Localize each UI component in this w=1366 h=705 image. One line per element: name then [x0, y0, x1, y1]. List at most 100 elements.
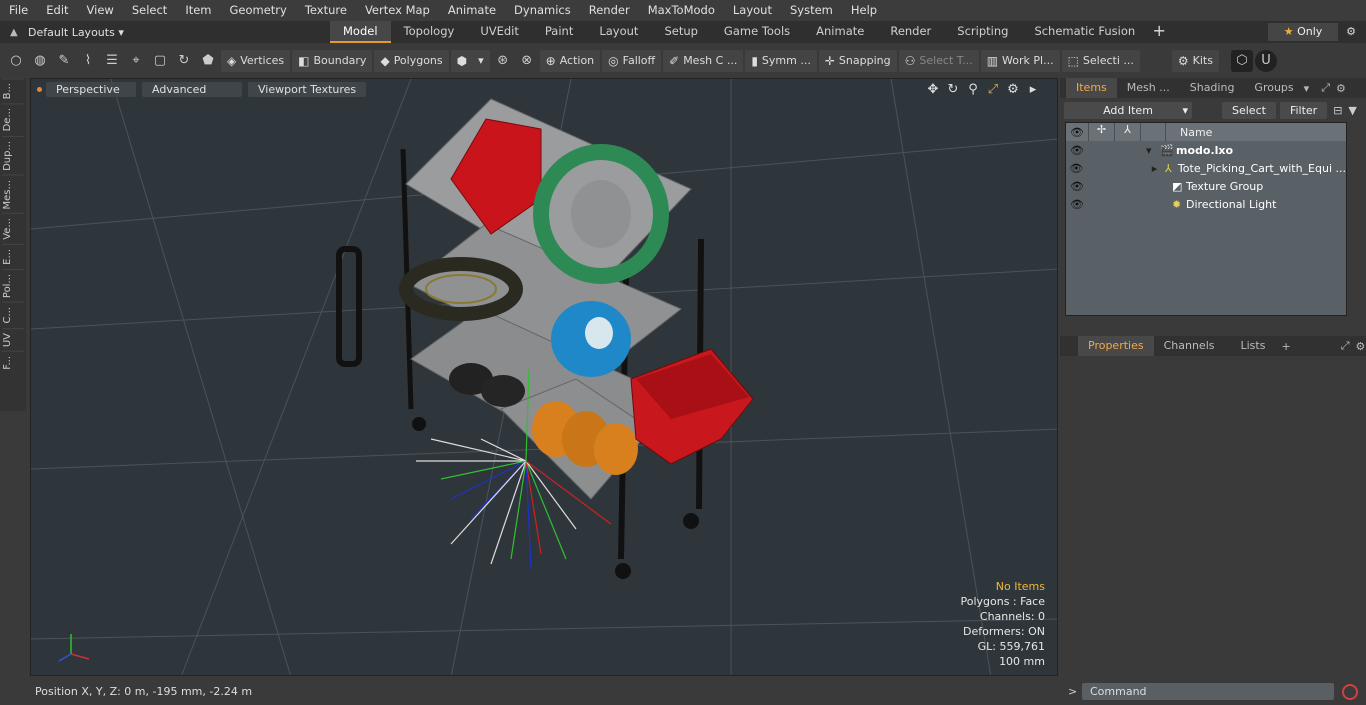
- action-center-button[interactable]: ⊕ Action: [539, 49, 601, 72]
- menu-maxtomodo[interactable]: MaxToModo: [639, 0, 724, 21]
- record-icon[interactable]: [1342, 683, 1358, 700]
- tab-game-tools[interactable]: Game Tools: [711, 21, 803, 43]
- rotate-icon[interactable]: ↻: [173, 50, 195, 72]
- material-mode-button[interactable]: ⬢ ▾: [450, 49, 490, 72]
- filter-button[interactable]: Filter: [1279, 101, 1328, 119]
- play-icon[interactable]: ▸: [1023, 82, 1043, 97]
- menu-layout[interactable]: Layout: [724, 0, 781, 21]
- add-tab-icon[interactable]: +: [1281, 340, 1290, 353]
- tab-lists[interactable]: Lists: [1225, 336, 1282, 356]
- left-tab-curve[interactable]: C...: [2, 301, 24, 328]
- pen-icon[interactable]: ✎: [53, 50, 75, 72]
- add-tab-icon[interactable]: +: [1148, 21, 1170, 43]
- box-icon[interactable]: ▢: [149, 50, 171, 72]
- tab-render[interactable]: Render: [877, 21, 944, 43]
- tab-model[interactable]: Model: [330, 21, 391, 43]
- menu-help[interactable]: Help: [842, 0, 886, 21]
- rotate-view-icon[interactable]: ↻: [943, 82, 963, 97]
- tab-animate[interactable]: Animate: [803, 21, 877, 43]
- menu-vertex-map[interactable]: Vertex Map: [356, 0, 439, 21]
- globe-icon[interactable]: ◍: [29, 50, 51, 72]
- menu-file[interactable]: File: [0, 0, 37, 21]
- symmetry-y-icon[interactable]: ⊗: [516, 50, 538, 72]
- polygons-button[interactable]: ◆ Polygons: [374, 49, 449, 72]
- tab-setup[interactable]: Setup: [651, 21, 710, 43]
- tab-scripting[interactable]: Scripting: [944, 21, 1021, 43]
- symmetry-button[interactable]: ▮ Symm ...: [745, 49, 817, 72]
- chevron-down-icon[interactable]: ▾: [1304, 82, 1310, 95]
- expand-icon[interactable]: ⤢: [1321, 81, 1330, 95]
- collapse-icon[interactable]: ⊟: [1333, 104, 1342, 117]
- funnel-icon[interactable]: ▼: [1348, 104, 1356, 117]
- shield-icon[interactable]: ⬟: [197, 50, 219, 72]
- menu-item[interactable]: Item: [176, 0, 220, 21]
- add-item-button[interactable]: Add Item ▾: [1064, 101, 1192, 119]
- eye-icon[interactable]: 👁: [1066, 180, 1088, 193]
- tab-mesh[interactable]: Mesh ...: [1117, 78, 1180, 98]
- left-tab-polygon[interactable]: Pol...: [2, 268, 24, 302]
- perspective-button[interactable]: Perspective: [46, 81, 136, 97]
- align-icon[interactable]: ☰: [101, 50, 123, 72]
- left-tab-duplicate[interactable]: Dup...: [2, 135, 24, 175]
- left-tab-mesh-edit[interactable]: Mes...: [2, 174, 24, 214]
- selection-sets-button[interactable]: ⬚ Selecti ...: [1061, 49, 1140, 72]
- vertices-button[interactable]: ◈ Vertices: [221, 49, 291, 72]
- left-tab-fusion[interactable]: F...: [2, 350, 24, 374]
- circle-select-icon[interactable]: ○: [5, 50, 27, 72]
- mesh-constraints-button[interactable]: ✐ Mesh C ...: [663, 49, 744, 72]
- left-tab-basic[interactable]: B...: [2, 78, 24, 104]
- list-item-tote-cart[interactable]: 👁 ▸ ⅄ Tote_Picking_Cart_with_Equi ...: [1066, 159, 1346, 177]
- gear-icon[interactable]: ⚙: [1342, 23, 1360, 41]
- expand-icon[interactable]: ⤢: [1341, 339, 1350, 353]
- work-plane-button[interactable]: ▥ Work Pl...: [980, 49, 1060, 72]
- left-tab-deform[interactable]: De...: [2, 103, 24, 136]
- menu-select[interactable]: Select: [123, 0, 176, 21]
- eye-icon[interactable]: 👁: [1066, 162, 1087, 175]
- eye-icon[interactable]: 👁: [1066, 198, 1088, 211]
- center-icon[interactable]: ⌖: [125, 50, 147, 72]
- tab-groups[interactable]: Groups: [1244, 78, 1303, 98]
- tab-layout[interactable]: Layout: [586, 21, 651, 43]
- tab-properties[interactable]: Properties: [1078, 336, 1154, 356]
- tab-paint[interactable]: Paint: [532, 21, 586, 43]
- gear-icon[interactable]: ⚙: [1336, 82, 1346, 95]
- tab-shading[interactable]: Shading: [1180, 78, 1245, 98]
- select-button[interactable]: Select: [1222, 101, 1276, 119]
- expand-arrow-icon[interactable]: ▸: [1152, 162, 1165, 175]
- tab-items[interactable]: Items: [1066, 78, 1117, 98]
- kits-button[interactable]: ⚙ Kits: [1171, 49, 1219, 72]
- symmetry-x-icon[interactable]: ⊛: [492, 50, 514, 72]
- only-toggle[interactable]: ★ Only: [1268, 23, 1338, 41]
- menu-system[interactable]: System: [781, 0, 842, 21]
- menu-dynamics[interactable]: Dynamics: [505, 0, 580, 21]
- menu-render[interactable]: Render: [580, 0, 639, 21]
- unreal-icon[interactable]: U: [1254, 49, 1277, 72]
- list-item-modo-lxo[interactable]: 👁 ▾ 🎬 modo.lxo: [1066, 141, 1346, 159]
- tab-channels[interactable]: Channels: [1154, 336, 1225, 356]
- menu-geometry[interactable]: Geometry: [221, 0, 296, 21]
- zoom-icon[interactable]: ⚲: [963, 82, 983, 97]
- menu-animate[interactable]: Animate: [439, 0, 505, 21]
- left-tab-uv[interactable]: UV: [2, 327, 24, 351]
- left-tab-vertex[interactable]: Ve...: [2, 213, 24, 245]
- unity-icon[interactable]: ⬡: [1230, 49, 1253, 72]
- snapping-button[interactable]: ✛ Snapping: [818, 49, 897, 72]
- advanced-button[interactable]: Advanced: [142, 81, 242, 97]
- menu-edit[interactable]: Edit: [37, 0, 77, 21]
- gear-icon[interactable]: ⚙: [1003, 82, 1023, 97]
- layouts-dropdown[interactable]: ▲ Default Layouts ▾: [0, 26, 330, 39]
- menu-view[interactable]: View: [78, 0, 123, 21]
- falloff-button[interactable]: ◎ Falloff: [602, 49, 662, 72]
- menu-texture[interactable]: Texture: [296, 0, 356, 21]
- select-through-button[interactable]: ⚇ Select T...: [898, 49, 979, 72]
- gear-icon[interactable]: ⚙: [1356, 340, 1366, 353]
- fit-view-icon[interactable]: ⤢: [983, 82, 1003, 97]
- tab-schematic-fusion[interactable]: Schematic Fusion: [1021, 21, 1148, 43]
- 3d-viewport[interactable]: Perspective Advanced Viewport Textures ✥…: [30, 78, 1058, 676]
- list-item-directional-light[interactable]: 👁 ✹ Directional Light: [1066, 195, 1346, 213]
- expand-arrow-icon[interactable]: ▾: [1146, 144, 1160, 157]
- eye-icon[interactable]: 👁: [1066, 144, 1088, 157]
- left-tab-edge[interactable]: E...: [2, 244, 24, 269]
- viewport-textures-button[interactable]: Viewport Textures: [248, 81, 367, 97]
- list-item-texture-group[interactable]: 👁 ◩ Texture Group: [1066, 177, 1346, 195]
